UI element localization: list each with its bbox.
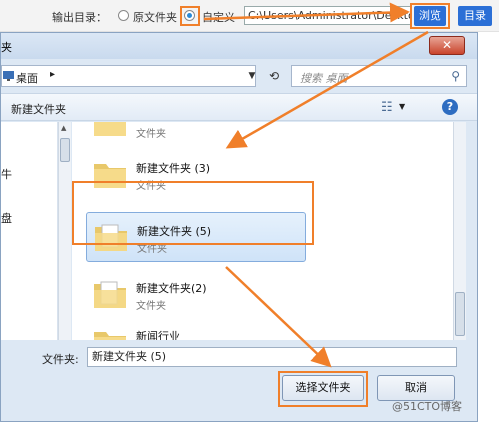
view-dropdown-icon[interactable]: ▼ xyxy=(399,102,405,111)
highlight-custom-radio xyxy=(180,6,200,26)
radio-original-folder[interactable] xyxy=(118,10,129,21)
folder-icon xyxy=(94,122,126,136)
desktop-icon xyxy=(3,71,14,81)
search-icon: ⚲ xyxy=(451,69,460,83)
list-item[interactable]: 文件夹 xyxy=(86,122,306,148)
directory-button[interactable]: 目录 xyxy=(458,6,492,26)
dialog-titlebar: 夹 ✕ xyxy=(1,33,477,59)
close-button[interactable]: ✕ xyxy=(429,36,465,55)
nav-scroll-thumb[interactable] xyxy=(60,138,70,162)
filename-field[interactable]: 新建文件夹 (5) xyxy=(87,347,457,367)
address-bar[interactable]: 桌面 ▸ xyxy=(1,65,256,87)
address-dropdown-icon[interactable]: ▼ xyxy=(241,65,263,87)
help-icon[interactable]: ? xyxy=(442,99,458,115)
list-item[interactable]: 新闻行业 文件夹 xyxy=(86,318,306,340)
search-placeholder: 搜索 桌面 xyxy=(300,72,348,85)
highlight-browse-button xyxy=(410,3,450,29)
folder-with-files-icon xyxy=(94,281,126,308)
watermark: @51CTO博客 xyxy=(392,400,463,413)
highlight-select-button xyxy=(278,371,368,407)
dialog-title: 夹 xyxy=(1,41,12,54)
address-chevron-icon[interactable]: ▸ xyxy=(50,69,55,80)
nav-scrollbar[interactable]: ▲ xyxy=(58,122,71,340)
nav-item-1[interactable]: 牛 xyxy=(1,166,12,182)
view-options-icon[interactable]: ☷ xyxy=(381,100,393,115)
refresh-icon[interactable]: ⟲ xyxy=(263,65,285,87)
item-name: 新闻行业 xyxy=(136,330,180,340)
filename-label: 文件夹: xyxy=(42,353,79,366)
folder-icon xyxy=(94,332,126,340)
list-item[interactable]: 新建文件夹(2) 文件夹 xyxy=(86,270,306,320)
screen: 输出目录： 原文件夹 自定义 C:\Users\Administrator\De… xyxy=(0,0,499,422)
file-list-scrollbar[interactable] xyxy=(453,122,466,340)
custom-folder-label: 自定义 xyxy=(202,11,235,24)
item-type: 文件夹 xyxy=(136,301,166,312)
navigation-pane: 牛 盘 xyxy=(1,122,58,340)
search-input[interactable]: 搜索 桌面 ⚲ xyxy=(291,65,467,87)
original-folder-label: 原文件夹 xyxy=(133,11,177,24)
output-path-field[interactable]: C:\Users\Administrator\Desktop xyxy=(244,6,412,25)
item-name: 新建文件夹(2) xyxy=(136,282,207,295)
scroll-up-icon[interactable]: ▲ xyxy=(61,124,66,132)
dialog-toolbar: 新建文件夹 ☷ ▼ ? xyxy=(1,93,477,121)
file-list-scroll-thumb[interactable] xyxy=(455,292,465,336)
item-type: 文件夹 xyxy=(136,129,166,140)
nav-item-2[interactable]: 盘 xyxy=(1,210,12,226)
new-folder-button[interactable]: 新建文件夹 xyxy=(11,101,66,117)
output-dir-label: 输出目录： xyxy=(52,11,107,24)
highlight-selected-folder xyxy=(72,181,314,245)
item-name: 新建文件夹 (3) xyxy=(136,162,211,175)
address-location[interactable]: 桌面 xyxy=(16,70,38,86)
